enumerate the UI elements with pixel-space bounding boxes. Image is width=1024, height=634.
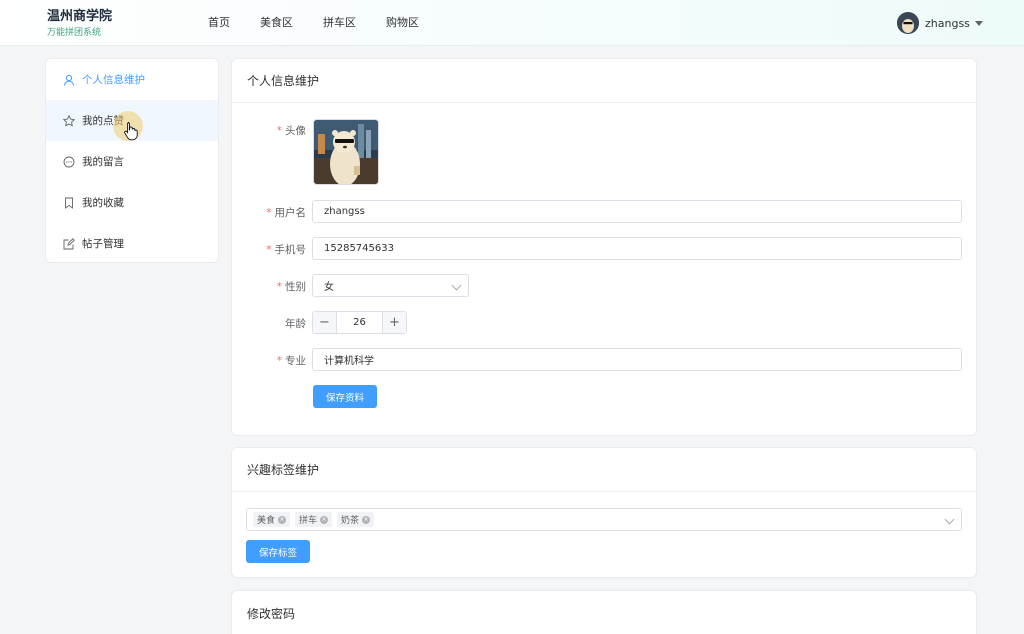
username-input[interactable]: zhangss [312, 200, 962, 223]
user-menu[interactable]: zhangss [897, 12, 983, 34]
brand[interactable]: 温州商学院 万能拼团系统 [47, 9, 112, 39]
card-title: 个人信息维护 [232, 59, 976, 103]
chat-icon [63, 156, 75, 167]
save-profile-button[interactable]: 保存资料 [313, 385, 378, 408]
gender-row: * 性别 女 [232, 274, 976, 297]
username: zhangss [925, 16, 970, 30]
user-icon [64, 74, 74, 86]
sidebar-item-messages[interactable]: 我的留言 [46, 141, 218, 182]
major-row: * 专业 计算机科学 [232, 348, 976, 371]
increment-button[interactable]: + [382, 312, 406, 333]
age-row: 年龄 − 26 + [232, 311, 976, 334]
brand-title: 温州商学院 [47, 9, 113, 24]
avatar[interactable] [897, 12, 919, 34]
phone-value: 15285745633 [324, 243, 394, 254]
sidebar: 个人信息维护 我的点赞 我的留言 我的收藏 帖子管理 [45, 58, 219, 263]
major-label: * 专业 [276, 355, 306, 367]
tag-food: 美食 × [253, 512, 291, 527]
age-label: 年龄 [285, 318, 306, 330]
sidebar-item-label: 我的收藏 [82, 197, 124, 209]
username-row: * 用户名 zhangss [232, 200, 976, 223]
decrement-button[interactable]: − [313, 312, 337, 333]
close-icon[interactable]: × [362, 515, 371, 524]
phone-row: * 手机号 15285745633 [232, 237, 976, 260]
avatar-uploader[interactable] [313, 119, 379, 185]
sidebar-item-label: 个人信息维护 [82, 74, 145, 86]
gender-value: 女 [324, 282, 334, 293]
sidebar-item-favorites[interactable]: 我的收藏 [46, 182, 218, 223]
main-nav: 首页 美食区 拼车区 购物区 [208, 16, 449, 30]
chevron-down-icon [944, 514, 955, 525]
nav-food[interactable]: 美食区 [260, 16, 293, 30]
sidebar-item-label: 我的留言 [82, 156, 124, 168]
profile-card: 个人信息维护 * 头像 * 用户名 zhangss * 手机号 15285745633… [231, 58, 977, 436]
avatar-label: * 头像 [276, 125, 306, 137]
nav-carpool[interactable]: 拼车区 [323, 16, 356, 30]
phone-label: * 手机号 [266, 244, 306, 256]
tag-select[interactable]: 美食 × 拼车 × 奶茶 × [246, 508, 962, 531]
brand-subtitle: 万能拼团系统 [47, 28, 102, 38]
major-input[interactable]: 计算机科学 [312, 348, 962, 371]
password-card: 修改密码 [231, 590, 977, 634]
gender-select[interactable]: 女 [312, 274, 469, 297]
tag-milktea: 奶茶 × [337, 512, 375, 527]
close-icon[interactable]: × [278, 515, 287, 524]
sidebar-item-posts[interactable]: 帖子管理 [46, 223, 218, 262]
age-input[interactable]: 26 [337, 312, 382, 333]
bookmark-icon [65, 197, 73, 209]
caret-down-icon[interactable] [974, 20, 983, 26]
save-tags-button[interactable]: 保存标签 [246, 540, 311, 563]
tags-card: 兴趣标签维护 美食 × 拼车 × 奶茶 × 保存标签 [231, 447, 977, 578]
nav-shopping[interactable]: 购物区 [386, 16, 419, 30]
top-header: 温州商学院 万能拼团系统 首页 美食区 拼车区 购物区 zhangss [0, 0, 1024, 46]
hand-cursor-icon [124, 122, 138, 141]
phone-input[interactable]: 15285745633 [312, 237, 962, 260]
star-icon [63, 114, 75, 127]
gender-label: * 性别 [276, 281, 306, 293]
age-stepper: − 26 + [312, 311, 407, 334]
close-icon[interactable]: × [320, 515, 329, 524]
tag-carpool: 拼车 × [295, 512, 333, 527]
avatar-image [314, 120, 378, 184]
card-title: 兴趣标签维护 [232, 448, 976, 492]
username-label: * 用户名 [266, 207, 306, 219]
edit-icon [63, 237, 75, 249]
username-value: zhangss [324, 206, 365, 217]
card-title: 修改密码 [247, 606, 296, 621]
major-value: 计算机科学 [324, 356, 374, 367]
sidebar-item-label: 帖子管理 [82, 238, 124, 250]
sidebar-item-profile[interactable]: 个人信息维护 [46, 59, 218, 100]
nav-home[interactable]: 首页 [208, 16, 230, 30]
chevron-down-icon [451, 280, 462, 291]
